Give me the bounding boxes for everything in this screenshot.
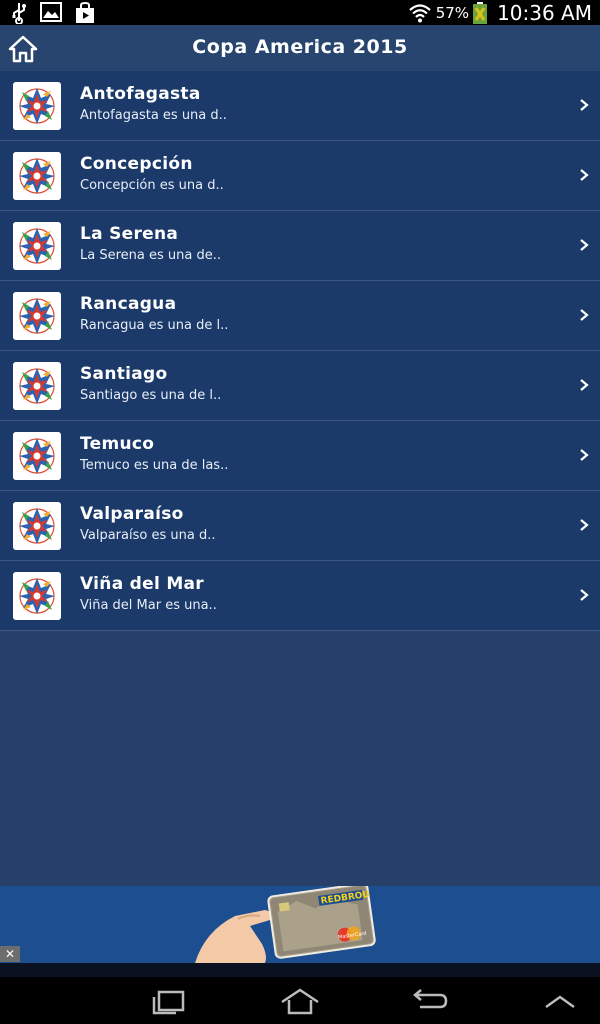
- chevron-right-icon: [580, 379, 589, 391]
- ad-separator: [0, 963, 600, 977]
- page-title: Copa America 2015: [192, 36, 408, 58]
- copa-america-logo-icon: [13, 292, 61, 340]
- city-description: Rancagua es una de l..: [80, 318, 229, 333]
- city-title: Rancagua: [80, 294, 177, 314]
- chevron-right-icon: [580, 99, 589, 111]
- copa-america-logo-icon: [13, 572, 61, 620]
- city-list-item[interactable]: Valparaíso Valparaíso es una d..: [0, 491, 600, 561]
- copa-america-logo-icon: [13, 502, 61, 550]
- city-list-item[interactable]: Temuco Temuco es una de las..: [0, 421, 600, 491]
- shopping-bag-icon: [76, 2, 94, 23]
- chevron-right-icon: [580, 239, 589, 251]
- city-title: Temuco: [80, 434, 155, 454]
- navigation-bar: [0, 977, 600, 1024]
- notification-icons: [10, 2, 96, 24]
- copa-america-logo-icon: [13, 222, 61, 270]
- city-title: Viña del Mar: [80, 574, 204, 594]
- ad-banner[interactable]: REDBROU MasterCard ✕: [0, 886, 600, 963]
- city-description: Antofagasta es una d..: [80, 108, 227, 123]
- system-indicators: 57% 10:36 AM: [408, 0, 592, 25]
- chevron-right-icon: [580, 309, 589, 321]
- city-description: Viña del Mar es una..: [80, 598, 217, 613]
- city-title: La Serena: [80, 224, 179, 244]
- city-title: Antofagasta: [80, 84, 201, 104]
- city-title: Valparaíso: [80, 504, 184, 524]
- back-icon[interactable]: [410, 987, 450, 1015]
- expand-icon[interactable]: [543, 987, 577, 1015]
- city-description: La Serena es una de..: [80, 248, 221, 263]
- usb-icon: [12, 3, 26, 24]
- list-empty-area: [0, 631, 600, 886]
- copa-america-logo-icon: [13, 152, 61, 200]
- city-description: Temuco es una de las..: [80, 458, 229, 473]
- copa-america-logo-icon: [13, 432, 61, 480]
- copa-america-logo-icon: [13, 82, 61, 130]
- ad-image[interactable]: REDBROU MasterCard: [0, 886, 600, 963]
- city-title: Santiago: [80, 364, 168, 384]
- status-bar: 57% 10:36 AM: [0, 0, 600, 25]
- chevron-right-icon: [580, 519, 589, 531]
- city-title: Concepción: [80, 154, 193, 174]
- city-description: Valparaíso es una d..: [80, 528, 216, 543]
- copa-america-logo-icon: [13, 362, 61, 410]
- city-list-item[interactable]: La Serena La Serena es una de..: [0, 211, 600, 281]
- battery-icon: [473, 1, 488, 24]
- chevron-right-icon: [580, 449, 589, 461]
- home-icon[interactable]: [279, 987, 321, 1015]
- status-time: 10:36 AM: [497, 0, 592, 25]
- chevron-right-icon: [580, 589, 589, 601]
- city-list-item[interactable]: Antofagasta Antofagasta es una d..: [0, 71, 600, 141]
- ad-close-button[interactable]: ✕: [0, 946, 20, 962]
- image-icon: [40, 2, 62, 22]
- city-list-item[interactable]: Santiago Santiago es una de l..: [0, 351, 600, 421]
- city-description: Concepción es una d..: [80, 178, 224, 193]
- battery-percent: 57%: [435, 3, 470, 22]
- city-list: Antofagasta Antofagasta es una d.. Conce…: [0, 71, 600, 631]
- chevron-right-icon: [580, 169, 589, 181]
- city-list-item[interactable]: Rancagua Rancagua es una de l..: [0, 281, 600, 351]
- city-list-item[interactable]: Concepción Concepción es una d..: [0, 141, 600, 211]
- wifi-icon: [408, 3, 431, 22]
- city-description: Santiago es una de l..: [80, 388, 222, 403]
- city-list-item[interactable]: Viña del Mar Viña del Mar es una..: [0, 561, 600, 631]
- recent-apps-icon[interactable]: [150, 987, 190, 1015]
- app-bar: Copa America 2015: [0, 25, 600, 71]
